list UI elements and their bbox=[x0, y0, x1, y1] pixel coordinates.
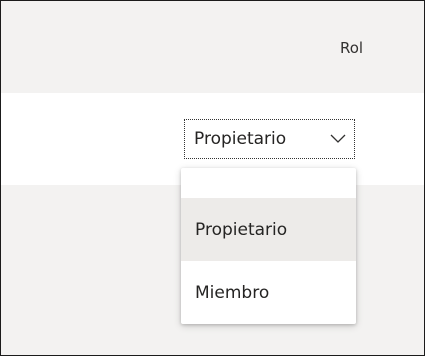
menu-item-miembro[interactable]: Miembro bbox=[181, 261, 356, 324]
role-column-header: Rol bbox=[340, 39, 364, 57]
role-dropdown-value: Propietario bbox=[194, 129, 287, 149]
role-dropdown-menu: Propietario Miembro bbox=[181, 168, 356, 324]
role-dropdown[interactable]: Propietario bbox=[184, 119, 355, 159]
menu-item-label: Propietario bbox=[195, 219, 288, 240]
menu-item-propietario[interactable]: Propietario bbox=[181, 198, 356, 261]
chevron-down-icon bbox=[330, 134, 346, 143]
menu-item-label: Miembro bbox=[195, 282, 270, 303]
table-header-row: Rol bbox=[1, 1, 424, 93]
role-panel: Rol Propietario Propietario Miembro bbox=[0, 0, 425, 356]
menu-spacer bbox=[181, 168, 356, 198]
